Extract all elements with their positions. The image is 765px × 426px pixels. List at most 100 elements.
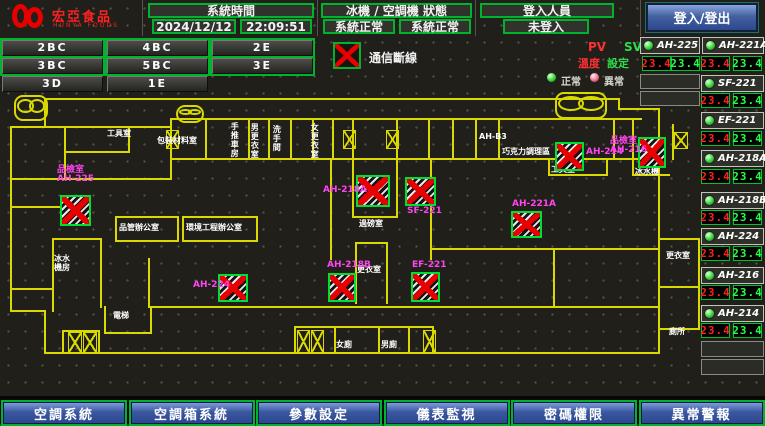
- unit-panel-ah-216[interactable]: AH-216: [701, 267, 764, 284]
- wall-segment: [294, 326, 296, 354]
- wall-segment: [44, 98, 620, 100]
- wall-segment: [658, 238, 700, 240]
- nav-button-1[interactable]: 空調系統: [3, 402, 125, 424]
- room-label: 手推車房: [230, 122, 239, 158]
- wall-segment: [182, 240, 258, 242]
- nav-button-4[interactable]: 儀表監視: [386, 402, 508, 424]
- wall-segment: [104, 306, 106, 334]
- unit-sv-value: 23.4: [671, 56, 700, 71]
- unit-panel-ah-218b[interactable]: AH-218B: [701, 192, 764, 209]
- door-x-icon: [674, 132, 688, 149]
- status-lamp-icon: [704, 231, 715, 242]
- unit-panel-ah-224[interactable]: AH-224: [701, 228, 764, 245]
- unit-sv-value: 23.4: [733, 56, 762, 71]
- floor-button-3bc[interactable]: 3BC: [2, 58, 103, 74]
- divider: [317, 0, 318, 36]
- unit-pv-value: 23.4: [701, 93, 730, 108]
- alarm-x-icon[interactable]: [511, 211, 542, 238]
- nav-button-5[interactable]: 密碼權限: [513, 402, 635, 424]
- unit-sv-value: 23.4: [733, 323, 762, 338]
- alarm-x-icon[interactable]: [405, 177, 436, 206]
- wall-segment: [115, 216, 117, 242]
- wall-segment: [268, 120, 270, 160]
- machine-status-label: 冰機 / 空調機 狀態: [321, 3, 472, 18]
- wall-segment: [355, 242, 388, 244]
- wall-segment: [548, 174, 608, 176]
- wall-segment: [115, 240, 179, 242]
- empty-panel: [701, 341, 764, 357]
- status-lamp-icon: [705, 40, 716, 51]
- room-label: 品管辦公室: [119, 223, 163, 232]
- unit-label: AH-225: [657, 40, 698, 51]
- room-label: 電梯: [113, 311, 129, 320]
- wall-segment: [553, 248, 555, 308]
- unit-label: AH-216: [718, 270, 759, 281]
- floor-button-2bc[interactable]: 2BC: [2, 40, 103, 56]
- unit-panel-ah-214[interactable]: AH-214: [701, 305, 764, 322]
- normal-lamp-icon: [546, 72, 557, 83]
- alarm-x-icon[interactable]: [411, 272, 440, 302]
- system-time-label: 系統時間: [148, 3, 314, 18]
- wall-segment: [44, 310, 46, 354]
- unit-map-label: AH-218B: [327, 261, 371, 270]
- floor-button-5bc[interactable]: 5BC: [107, 58, 208, 74]
- unit-pv-value: 23.4: [701, 285, 730, 300]
- unit-panel-ef-221[interactable]: EF-221: [701, 112, 764, 129]
- unit-panel-ah-218a[interactable]: AH-218A: [701, 150, 764, 167]
- unit-sv-value: 23.4: [733, 210, 762, 225]
- door-x-icon: [386, 130, 399, 149]
- room-label: 女廁: [336, 340, 352, 349]
- floor-button-2e[interactable]: 2E: [212, 40, 313, 56]
- wall-segment: [150, 306, 152, 334]
- unit-sv-value: 23.4: [733, 131, 762, 146]
- unit-map-label: AH-224: [193, 281, 230, 290]
- wall-segment: [618, 108, 660, 110]
- wall-segment: [115, 216, 179, 218]
- unit-pv-value: 23.4: [701, 323, 730, 338]
- room-label: 男更衣室: [250, 123, 259, 159]
- wall-segment: [396, 158, 398, 218]
- floor-button-3d[interactable]: 3D: [2, 76, 103, 92]
- nav-button-3[interactable]: 參數設定: [258, 402, 380, 424]
- room-label: 工具室: [107, 129, 133, 138]
- alarm-x-icon[interactable]: [555, 142, 584, 171]
- room-label: 過磅室: [359, 219, 383, 228]
- unit-label: SF-221: [718, 78, 757, 89]
- wall-segment: [658, 286, 700, 288]
- unit-map-label: AH-218A: [323, 186, 367, 195]
- wall-segment: [10, 126, 12, 312]
- unit-sv-value: 23.4: [733, 246, 762, 261]
- room-label: 洗手間: [272, 125, 281, 152]
- comm-fail-label: 通信斷線: [369, 49, 417, 66]
- unit-panel-sf-221[interactable]: SF-221: [701, 75, 764, 92]
- wall-segment: [330, 158, 332, 260]
- nav-button-2[interactable]: 空調箱系統: [131, 402, 253, 424]
- status-lamp-icon: [704, 153, 715, 164]
- stairs-icon: [176, 105, 204, 123]
- unit-panel-ah-221a[interactable]: AH-221A: [702, 37, 764, 54]
- unit-panel-ah-225[interactable]: AH-225: [640, 37, 700, 54]
- nav-button-6[interactable]: 異常警報: [641, 402, 763, 424]
- wall-segment: [475, 120, 477, 160]
- unit-pv-value: 23.4: [701, 246, 730, 261]
- alarm-x-icon[interactable]: [328, 273, 356, 302]
- room-label: 女更衣室: [310, 123, 319, 159]
- wall-segment: [378, 326, 380, 354]
- wall-segment: [10, 288, 54, 290]
- door-x-icon: [311, 330, 324, 353]
- login-logout-button[interactable]: 登入/登出: [646, 3, 758, 32]
- unit-label: AH-221A: [719, 40, 765, 51]
- wall-segment: [352, 216, 398, 218]
- floor-button-1e[interactable]: 1E: [107, 76, 208, 92]
- wall-segment: [332, 120, 334, 160]
- unit-label: AH-218B: [718, 195, 765, 206]
- floor-button-4bc[interactable]: 4BC: [107, 40, 208, 56]
- room-label: 廁所: [669, 327, 685, 336]
- alarm-x-icon[interactable]: [60, 195, 91, 226]
- wall-segment: [428, 120, 430, 160]
- room-label: 男廁: [381, 340, 397, 349]
- unit-pv-value: 23.4: [642, 56, 671, 71]
- unit-map-label: 品檢室 AH-225: [57, 166, 94, 185]
- room-label: AH-B3: [479, 132, 507, 141]
- floor-button-3e[interactable]: 3E: [212, 58, 313, 74]
